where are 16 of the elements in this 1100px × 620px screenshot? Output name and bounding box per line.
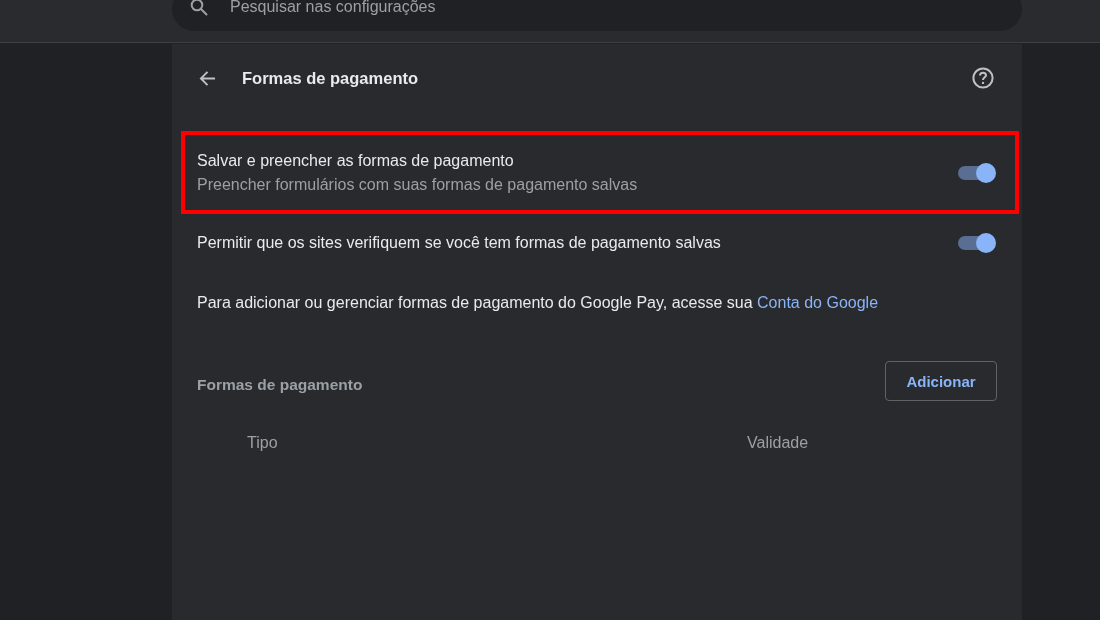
search-icon	[190, 0, 208, 16]
column-header: Tipo	[247, 434, 279, 452]
help-icon[interactable]	[972, 67, 994, 89]
add-button[interactable]: Adicionar	[885, 361, 997, 401]
column-header: Validade	[747, 434, 810, 452]
toggle-switch[interactable]	[957, 233, 996, 253]
toggle-switch[interactable]	[957, 162, 996, 183]
google-pay-note: Para adicionar ou gerenciar formas de pagamento do Google Pay, acesse sua Conta do Google	[197, 293, 879, 314]
search-field[interactable]: Pesquisar nas configurações	[172, 0, 1022, 31]
section-title: Formas de pagamento	[197, 376, 363, 394]
setting-label: Permitir que os sites verifiquem se você tem formas de pagamento salvas	[197, 234, 722, 252]
page-title: Formas de pagamento	[242, 68, 420, 88]
back-arrow-icon[interactable]	[199, 69, 216, 87]
setting-description: Preencher formulários com suas formas de pagamento salvas	[197, 175, 639, 194]
setting-label: Salvar e preencher as formas de pagamento	[197, 151, 515, 170]
google-account-link[interactable]: Conta do Google	[757, 294, 879, 312]
